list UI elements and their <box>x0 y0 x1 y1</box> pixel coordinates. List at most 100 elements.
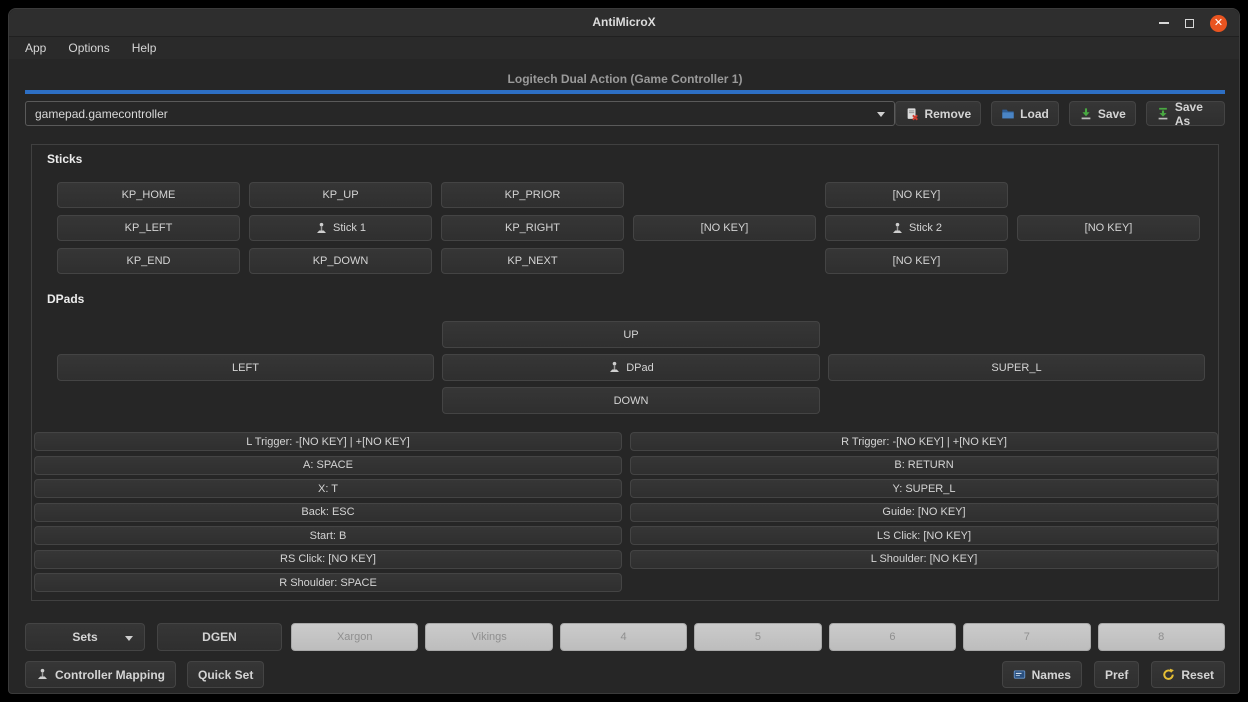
minimize-icon <box>1159 22 1169 24</box>
load-label: Load <box>1020 107 1049 121</box>
save-label: Save <box>1098 107 1126 121</box>
sticks-heading: Sticks <box>47 152 82 166</box>
dpad-label: DPad <box>626 362 654 374</box>
set-tab-6[interactable]: 6 <box>829 623 956 651</box>
stick1-left-button[interactable]: KP_LEFT <box>57 215 240 241</box>
profile-actions: Remove Load Save Save As <box>895 101 1225 126</box>
profile-row: gamepad.gamecontroller Remove Load Sa <box>25 101 1225 126</box>
maximize-button[interactable] <box>1185 19 1194 28</box>
l-trigger-button[interactable]: L Trigger: -[NO KEY] | +[NO KEY] <box>34 432 622 451</box>
sets-label: Sets <box>72 630 97 644</box>
dpad-grid: UP LEFT DPad SUPER_L DOWN <box>57 321 1205 414</box>
dpad-right-button[interactable]: SUPER_L <box>828 354 1205 381</box>
minimize-button[interactable] <box>1159 22 1169 24</box>
back-button[interactable]: Back: ESC <box>34 503 622 522</box>
l-shoulder-button[interactable]: L Shoulder: [NO KEY] <box>630 550 1218 569</box>
pref-button[interactable]: Pref <box>1094 661 1139 688</box>
set-tab-3[interactable]: Vikings <box>425 623 552 651</box>
folder-open-icon <box>1001 107 1015 121</box>
tab-underline <box>25 90 1225 94</box>
dpad-up-button[interactable]: UP <box>442 321 820 348</box>
load-button[interactable]: Load <box>991 101 1059 126</box>
stick2-left-button[interactable]: [NO KEY] <box>633 215 816 241</box>
dpad-button[interactable]: DPad <box>442 354 820 381</box>
names-label: Names <box>1032 668 1071 682</box>
sets-row: Sets DGEN Xargon Vikings 4 5 6 7 8 <box>25 623 1225 651</box>
reset-icon <box>1162 668 1175 681</box>
footer-right-group: Names Pref Reset <box>1002 661 1225 688</box>
guide-button[interactable]: Guide: [NO KEY] <box>630 503 1218 522</box>
y-button[interactable]: Y: SUPER_L <box>630 479 1218 498</box>
a-button[interactable]: A: SPACE <box>34 456 622 475</box>
mapping-frame: Sticks KP_HOME KP_UP KP_PRIOR [NO KEY] K… <box>31 144 1219 601</box>
sets-dropdown-button[interactable]: Sets <box>25 623 145 651</box>
profile-select-value: gamepad.gamecontroller <box>35 107 168 121</box>
chevron-down-icon <box>125 636 133 641</box>
title-bar: AntiMicroX ✕ <box>9 9 1239 37</box>
x-button[interactable]: X: T <box>34 479 622 498</box>
set-tab-5[interactable]: 5 <box>694 623 821 651</box>
quick-set-button[interactable]: Quick Set <box>187 661 264 688</box>
close-button[interactable]: ✕ <box>1210 15 1227 32</box>
names-icon <box>1013 668 1026 681</box>
close-icon: ✕ <box>1214 17 1223 29</box>
stick1-down-right-button[interactable]: KP_NEXT <box>441 248 624 274</box>
app-window: AntiMicroX ✕ App Options Help Logitech D… <box>8 8 1240 694</box>
names-button[interactable]: Names <box>1002 661 1082 688</box>
stick2-right-button[interactable]: [NO KEY] <box>1017 215 1200 241</box>
menu-app[interactable]: App <box>25 41 46 55</box>
stick1-up-right-button[interactable]: KP_PRIOR <box>441 182 624 208</box>
stick2-down-button[interactable]: [NO KEY] <box>825 248 1008 274</box>
set-tab-7[interactable]: 7 <box>963 623 1090 651</box>
stick1-up-button[interactable]: KP_UP <box>249 182 432 208</box>
save-icon <box>1079 107 1093 121</box>
quick-set-label: Quick Set <box>198 668 253 682</box>
ls-click-button[interactable]: LS Click: [NO KEY] <box>630 526 1218 545</box>
stick1-down-button[interactable]: KP_DOWN <box>249 248 432 274</box>
stick1-down-left-button[interactable]: KP_END <box>57 248 240 274</box>
r-trigger-button[interactable]: R Trigger: -[NO KEY] | +[NO KEY] <box>630 432 1218 451</box>
pref-label: Pref <box>1105 668 1128 682</box>
set-tab-2[interactable]: Xargon <box>291 623 418 651</box>
stick1-right-button[interactable]: KP_RIGHT <box>441 215 624 241</box>
set-tab-4[interactable]: 4 <box>560 623 687 651</box>
dpad-down-button[interactable]: DOWN <box>442 387 820 414</box>
menu-options[interactable]: Options <box>68 41 109 55</box>
remove-icon <box>905 107 919 121</box>
reset-button[interactable]: Reset <box>1151 661 1225 688</box>
button-assignments: L Trigger: -[NO KEY] | +[NO KEY] R Trigg… <box>34 432 1218 592</box>
chevron-down-icon <box>877 112 885 117</box>
save-button[interactable]: Save <box>1069 101 1136 126</box>
b-button[interactable]: B: RETURN <box>630 456 1218 475</box>
start-button[interactable]: Start: B <box>34 526 622 545</box>
controller-tab[interactable]: Logitech Dual Action (Game Controller 1) <box>25 72 1225 86</box>
stick2-up-button[interactable]: [NO KEY] <box>825 182 1008 208</box>
joystick-icon <box>608 361 621 374</box>
dpad-left-button[interactable]: LEFT <box>57 354 434 381</box>
save-as-button[interactable]: Save As <box>1146 101 1225 126</box>
footer-bar: Controller Mapping Quick Set Names Pref … <box>25 661 1225 688</box>
profile-select[interactable]: gamepad.gamecontroller <box>25 101 895 126</box>
stick2-button[interactable]: Stick 2 <box>825 215 1008 241</box>
stick1-up-left-button[interactable]: KP_HOME <box>57 182 240 208</box>
reset-label: Reset <box>1181 668 1214 682</box>
set-tabs: Xargon Vikings 4 5 6 7 8 <box>291 623 1225 651</box>
set-tab-8[interactable]: 8 <box>1098 623 1225 651</box>
stick1-button[interactable]: Stick 1 <box>249 215 432 241</box>
rs-click-button[interactable]: RS Click: [NO KEY] <box>34 550 622 569</box>
joystick-icon <box>891 222 904 235</box>
menu-bar: App Options Help <box>9 37 1239 59</box>
save-as-icon <box>1156 107 1170 121</box>
sticks-grid: KP_HOME KP_UP KP_PRIOR [NO KEY] KP_LEFT … <box>57 182 1200 274</box>
remove-label: Remove <box>924 107 971 121</box>
dpads-heading: DPads <box>47 292 84 306</box>
stick1-label: Stick 1 <box>333 222 366 234</box>
remove-button[interactable]: Remove <box>895 101 981 126</box>
set-tab-1-current[interactable]: DGEN <box>157 623 282 651</box>
joystick-icon <box>315 222 328 235</box>
menu-help[interactable]: Help <box>132 41 157 55</box>
r-shoulder-button[interactable]: R Shoulder: SPACE <box>34 573 622 592</box>
controller-mapping-button[interactable]: Controller Mapping <box>25 661 176 688</box>
save-as-label: Save As <box>1175 100 1215 128</box>
joystick-icon <box>36 668 49 681</box>
